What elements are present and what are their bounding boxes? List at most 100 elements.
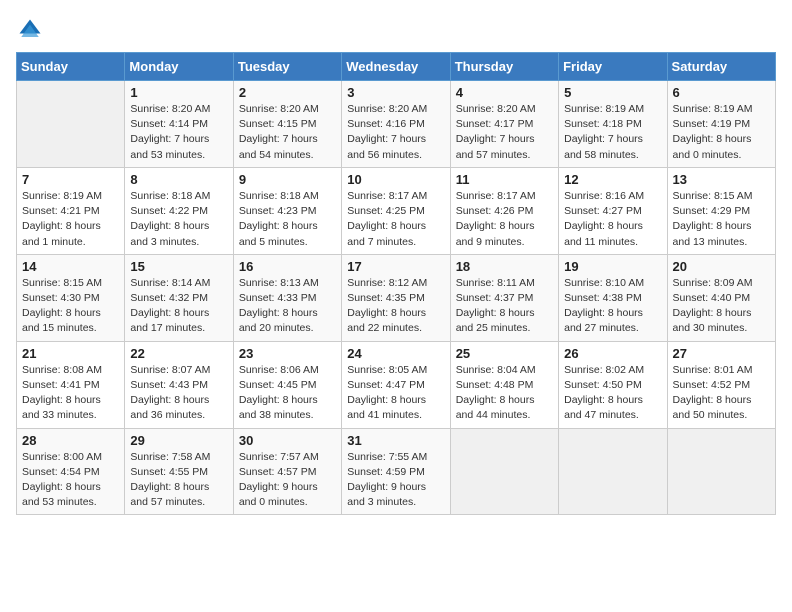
calendar-cell — [667, 428, 775, 515]
day-number: 26 — [564, 346, 661, 361]
day-info: Sunrise: 8:17 AM Sunset: 4:25 PM Dayligh… — [347, 189, 444, 250]
calendar-cell — [17, 81, 125, 168]
calendar-week-3: 14 Sunrise: 8:15 AM Sunset: 4:30 PM Dayli… — [17, 254, 776, 341]
day-info: Sunrise: 8:02 AM Sunset: 4:50 PM Dayligh… — [564, 363, 661, 424]
day-number: 9 — [239, 172, 336, 187]
calendar-cell: 13 Sunrise: 8:15 AM Sunset: 4:29 PM Dayli… — [667, 167, 775, 254]
day-number: 10 — [347, 172, 444, 187]
day-number: 15 — [130, 259, 227, 274]
calendar-cell: 5 Sunrise: 8:19 AM Sunset: 4:18 PM Daylig… — [559, 81, 667, 168]
day-number: 8 — [130, 172, 227, 187]
calendar-cell: 4 Sunrise: 8:20 AM Sunset: 4:17 PM Daylig… — [450, 81, 558, 168]
day-info: Sunrise: 8:04 AM Sunset: 4:48 PM Dayligh… — [456, 363, 553, 424]
header-saturday: Saturday — [667, 53, 775, 81]
day-info: Sunrise: 8:20 AM Sunset: 4:15 PM Dayligh… — [239, 102, 336, 163]
calendar-cell: 15 Sunrise: 8:14 AM Sunset: 4:32 PM Dayli… — [125, 254, 233, 341]
day-number: 1 — [130, 85, 227, 100]
calendar-cell: 23Sunrise: 8:06 AM Sunset: 4:45 PM Dayli… — [233, 341, 341, 428]
day-number: 25 — [456, 346, 553, 361]
calendar-cell: 9 Sunrise: 8:18 AM Sunset: 4:23 PM Daylig… — [233, 167, 341, 254]
day-info: Sunrise: 8:18 AM Sunset: 4:22 PM Dayligh… — [130, 189, 227, 250]
day-number: 14 — [22, 259, 119, 274]
day-number: 30 — [239, 433, 336, 448]
day-number: 5 — [564, 85, 661, 100]
day-number: 31 — [347, 433, 444, 448]
logo — [16, 16, 48, 44]
day-number: 24 — [347, 346, 444, 361]
day-number: 13 — [673, 172, 770, 187]
day-number: 11 — [456, 172, 553, 187]
day-info: Sunrise: 7:57 AM Sunset: 4:57 PM Dayligh… — [239, 450, 336, 511]
calendar-week-1: 1 Sunrise: 8:20 AM Sunset: 4:14 PM Daylig… — [17, 81, 776, 168]
calendar-cell: 29 Sunrise: 7:58 AM Sunset: 4:55 PM Dayli… — [125, 428, 233, 515]
calendar-cell: 2 Sunrise: 8:20 AM Sunset: 4:15 PM Daylig… — [233, 81, 341, 168]
day-number: 17 — [347, 259, 444, 274]
calendar-cell: 28 Sunrise: 8:00 AM Sunset: 4:54 PM Dayli… — [17, 428, 125, 515]
day-info: Sunrise: 8:20 AM Sunset: 4:16 PM Dayligh… — [347, 102, 444, 163]
calendar-cell: 31Sunrise: 7:55 AM Sunset: 4:59 PM Dayli… — [342, 428, 450, 515]
page-header — [16, 16, 776, 44]
header-friday: Friday — [559, 53, 667, 81]
calendar-cell — [450, 428, 558, 515]
day-number: 29 — [130, 433, 227, 448]
day-info: Sunrise: 8:01 AM Sunset: 4:52 PM Dayligh… — [673, 363, 770, 424]
day-info: Sunrise: 8:00 AM Sunset: 4:54 PM Dayligh… — [22, 450, 119, 511]
day-info: Sunrise: 8:19 AM Sunset: 4:18 PM Dayligh… — [564, 102, 661, 163]
calendar-cell: 17 Sunrise: 8:12 AM Sunset: 4:35 PM Dayli… — [342, 254, 450, 341]
day-number: 3 — [347, 85, 444, 100]
calendar-cell: 10 Sunrise: 8:17 AM Sunset: 4:25 PM Dayli… — [342, 167, 450, 254]
day-info: Sunrise: 8:07 AM Sunset: 4:43 PM Dayligh… — [130, 363, 227, 424]
day-info: Sunrise: 8:09 AM Sunset: 4:40 PM Dayligh… — [673, 276, 770, 337]
day-info: Sunrise: 8:13 AM Sunset: 4:33 PM Dayligh… — [239, 276, 336, 337]
calendar-week-5: 28 Sunrise: 8:00 AM Sunset: 4:54 PM Dayli… — [17, 428, 776, 515]
header-monday: Monday — [125, 53, 233, 81]
calendar-week-4: 21Sunrise: 8:08 AM Sunset: 4:41 PM Dayli… — [17, 341, 776, 428]
day-info: Sunrise: 8:14 AM Sunset: 4:32 PM Dayligh… — [130, 276, 227, 337]
header-wednesday: Wednesday — [342, 53, 450, 81]
calendar-cell — [559, 428, 667, 515]
calendar-cell: 7Sunrise: 8:19 AM Sunset: 4:21 PM Daylig… — [17, 167, 125, 254]
calendar-cell: 11 Sunrise: 8:17 AM Sunset: 4:26 PM Dayli… — [450, 167, 558, 254]
calendar-cell: 27Sunrise: 8:01 AM Sunset: 4:52 PM Dayli… — [667, 341, 775, 428]
calendar-cell: 22 Sunrise: 8:07 AM Sunset: 4:43 PM Dayli… — [125, 341, 233, 428]
calendar-cell: 26 Sunrise: 8:02 AM Sunset: 4:50 PM Dayli… — [559, 341, 667, 428]
day-number: 16 — [239, 259, 336, 274]
day-number: 12 — [564, 172, 661, 187]
calendar-cell: 25 Sunrise: 8:04 AM Sunset: 4:48 PM Dayli… — [450, 341, 558, 428]
day-number: 2 — [239, 85, 336, 100]
calendar-cell: 19Sunrise: 8:10 AM Sunset: 4:38 PM Dayli… — [559, 254, 667, 341]
day-number: 18 — [456, 259, 553, 274]
day-info: Sunrise: 8:16 AM Sunset: 4:27 PM Dayligh… — [564, 189, 661, 250]
calendar-table: SundayMondayTuesdayWednesdayThursdayFrid… — [16, 52, 776, 515]
day-info: Sunrise: 7:58 AM Sunset: 4:55 PM Dayligh… — [130, 450, 227, 511]
calendar-cell: 14 Sunrise: 8:15 AM Sunset: 4:30 PM Dayli… — [17, 254, 125, 341]
day-number: 4 — [456, 85, 553, 100]
day-info: Sunrise: 8:17 AM Sunset: 4:26 PM Dayligh… — [456, 189, 553, 250]
day-info: Sunrise: 8:12 AM Sunset: 4:35 PM Dayligh… — [347, 276, 444, 337]
calendar-cell: 24 Sunrise: 8:05 AM Sunset: 4:47 PM Dayli… — [342, 341, 450, 428]
header-thursday: Thursday — [450, 53, 558, 81]
day-number: 21 — [22, 346, 119, 361]
day-number: 22 — [130, 346, 227, 361]
day-info: Sunrise: 8:20 AM Sunset: 4:14 PM Dayligh… — [130, 102, 227, 163]
calendar-cell: 30 Sunrise: 7:57 AM Sunset: 4:57 PM Dayli… — [233, 428, 341, 515]
day-info: Sunrise: 8:15 AM Sunset: 4:30 PM Dayligh… — [22, 276, 119, 337]
calendar-week-2: 7Sunrise: 8:19 AM Sunset: 4:21 PM Daylig… — [17, 167, 776, 254]
calendar-cell: 3 Sunrise: 8:20 AM Sunset: 4:16 PM Daylig… — [342, 81, 450, 168]
logo-icon — [16, 16, 44, 44]
day-number: 19 — [564, 259, 661, 274]
calendar-cell: 6Sunrise: 8:19 AM Sunset: 4:19 PM Daylig… — [667, 81, 775, 168]
calendar-cell: 12 Sunrise: 8:16 AM Sunset: 4:27 PM Dayli… — [559, 167, 667, 254]
calendar-cell: 20Sunrise: 8:09 AM Sunset: 4:40 PM Dayli… — [667, 254, 775, 341]
day-info: Sunrise: 8:15 AM Sunset: 4:29 PM Dayligh… — [673, 189, 770, 250]
header-sunday: Sunday — [17, 53, 125, 81]
day-info: Sunrise: 8:11 AM Sunset: 4:37 PM Dayligh… — [456, 276, 553, 337]
day-number: 28 — [22, 433, 119, 448]
day-number: 23 — [239, 346, 336, 361]
day-info: Sunrise: 8:20 AM Sunset: 4:17 PM Dayligh… — [456, 102, 553, 163]
day-info: Sunrise: 8:05 AM Sunset: 4:47 PM Dayligh… — [347, 363, 444, 424]
day-number: 6 — [673, 85, 770, 100]
day-number: 7 — [22, 172, 119, 187]
day-info: Sunrise: 8:18 AM Sunset: 4:23 PM Dayligh… — [239, 189, 336, 250]
header-tuesday: Tuesday — [233, 53, 341, 81]
